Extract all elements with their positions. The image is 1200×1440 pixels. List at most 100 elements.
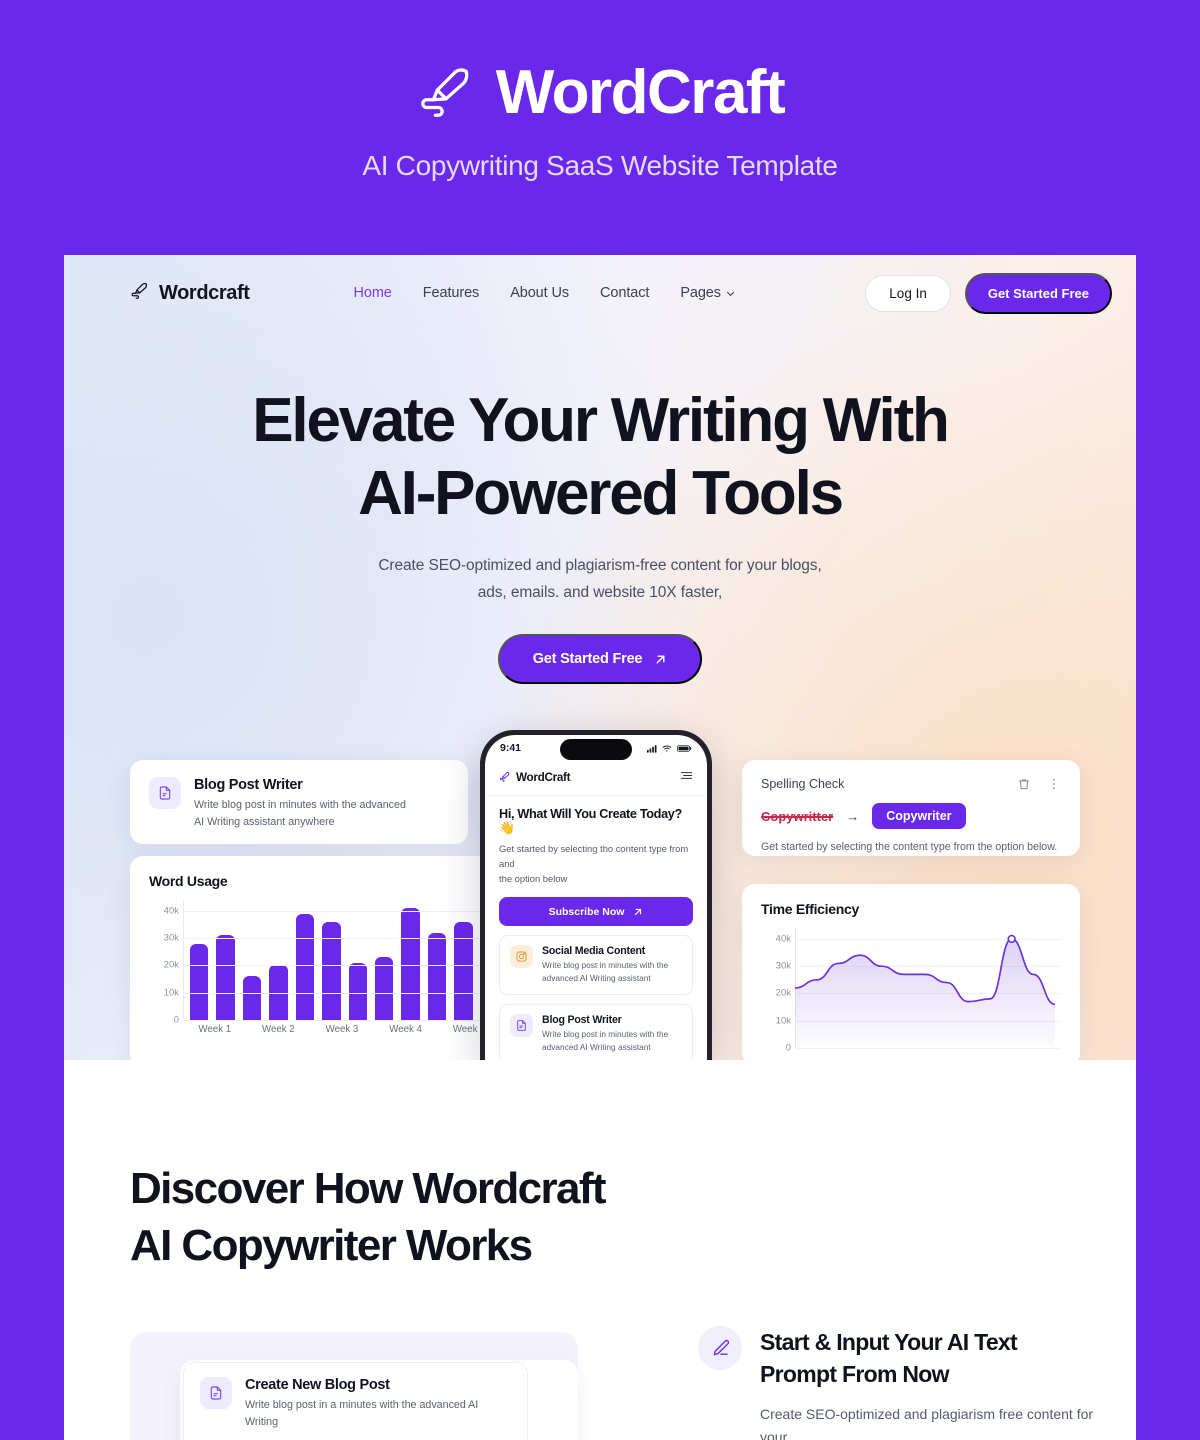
get-started-free-button[interactable]: Get Started Free xyxy=(964,272,1112,314)
nav-link-home[interactable]: Home xyxy=(353,285,391,301)
create-new-blog-post-title: Create New Blog Post xyxy=(245,1377,390,1393)
hero-cta-label: Get Started Free xyxy=(532,651,643,668)
hero-section: Wordcraft Home Features About Us Contact… xyxy=(64,255,1136,1060)
subscribe-now-label: Subscribe Now xyxy=(548,905,625,918)
y-tick-label: 10k xyxy=(163,987,179,999)
spelling-check-actions xyxy=(1017,777,1061,791)
y-tick-label: 40k xyxy=(163,905,179,917)
word-usage-chart-title: Word Usage xyxy=(149,873,228,889)
how-it-works-section: Discover How Wordcraft AI Copywriter Wor… xyxy=(64,1060,1136,1440)
hero-cta-wrapper: Get Started Free xyxy=(64,634,1136,685)
phone-app-brand: WordCraft xyxy=(499,770,571,784)
phone-list-item-desc-line1: Write blog post in minutes with the xyxy=(542,960,669,971)
hero-get-started-free-button[interactable]: Get Started Free xyxy=(497,634,703,685)
misspelled-word: Copywritter xyxy=(761,808,834,824)
battery-icon xyxy=(677,744,692,752)
word-usage-plot xyxy=(183,900,501,1021)
gridline xyxy=(184,938,501,940)
login-button[interactable]: Log In xyxy=(865,274,951,312)
navbar-brand[interactable]: Wordcraft xyxy=(130,281,250,306)
bar xyxy=(454,921,473,1020)
y-tick-label: 0 xyxy=(173,1014,179,1026)
wifi-icon xyxy=(662,744,672,751)
nav-link-about-us[interactable]: About Us xyxy=(510,285,569,301)
phone-app-brand-label: WordCraft xyxy=(516,770,571,784)
word-usage-bars xyxy=(190,900,500,1020)
subscribe-now-button[interactable]: Subscribe Now xyxy=(499,897,693,927)
feature-step-one-desc: Create SEO-optimized and plagiarism free… xyxy=(760,1403,1098,1440)
navbar-actions: Log In Get Started Free xyxy=(865,272,1112,314)
time-efficiency-chart-card: Time Efficiency 40k 30k 20k 10k 0 xyxy=(742,884,1080,1060)
gridline xyxy=(184,965,501,967)
hero-subtext: Create SEO-optimized and plagiarism-free… xyxy=(64,552,1136,606)
word-usage-chart-body: 40k 30k 20k 10k 0 Week 1 Week 2 Week 3 Week 4 We… xyxy=(149,900,501,1044)
how-it-works-visual: Create New Blog Post Write blog post in … xyxy=(130,1332,578,1440)
phone-list-item-desc: Write blog post in minutes with the adva… xyxy=(542,1028,668,1054)
promo-banner: WordCraft AI Copywriting SaaS Website Te… xyxy=(0,0,1200,255)
spelling-correction-row: Copywritter → Copywriter xyxy=(761,803,1061,829)
x-tick-label: Week 1 xyxy=(198,1024,232,1035)
phone-list-item-blog-post[interactable]: Blog Post Writer Write blog post in minu… xyxy=(499,1003,693,1060)
phone-app-body: Hi, What Will You Create Today? 👋 Get st… xyxy=(485,796,707,1060)
bar xyxy=(348,962,367,1020)
document-file-icon xyxy=(510,1013,533,1037)
y-tick-label: 0 xyxy=(785,1042,791,1054)
navbar-brand-label: Wordcraft xyxy=(159,281,250,304)
how-it-works-heading: Discover How Wordcraft AI Copywriter Wor… xyxy=(130,1160,607,1274)
spelling-check-note: Get started by selecting the content typ… xyxy=(761,841,1058,853)
phone-greeting-heading: Hi, What Will You Create Today? 👋 xyxy=(499,807,682,835)
blog-post-writer-card[interactable]: Blog Post Writer Write blog post in minu… xyxy=(130,760,468,844)
word-usage-x-axis: Week 1 Week 2 Week 3 Week 4 Week 5 xyxy=(183,1024,501,1035)
hero-heading: Elevate Your Writing With AI-Powered Too… xyxy=(64,385,1136,530)
document-file-icon xyxy=(149,777,181,809)
banner-title: WordCraft xyxy=(495,58,786,127)
phone-dynamic-island xyxy=(560,739,632,760)
pencil-edit-icon xyxy=(698,1326,742,1370)
time-efficiency-area-curve xyxy=(795,928,1055,1048)
blog-post-writer-title: Blog Post Writer xyxy=(194,777,303,793)
word-usage-chart-card: Word Usage 40k 30k 20k 10k 0 Week 1 Week 2 Wee… xyxy=(130,856,520,1060)
feature-step-one-desc-line1: Create SEO-optimized and plagiarism free… xyxy=(760,1406,1094,1440)
phone-list-item-social-media[interactable]: Social Media Content Write blog post in … xyxy=(499,935,693,995)
spelling-check-card[interactable]: Spelling Check Copywritter → Copywriter … xyxy=(742,760,1080,856)
banner-logo-row: WordCraft xyxy=(416,58,786,127)
bar xyxy=(322,921,341,1020)
blog-post-writer-desc-line2: AI Writing assistant anywhere xyxy=(194,815,335,828)
bar xyxy=(190,943,209,1020)
y-tick-label: 10k xyxy=(775,1015,791,1027)
phone-screen: 9:41 WordCraft Hi, What Will You Create … xyxy=(485,735,707,1060)
gridline xyxy=(184,910,501,912)
how-it-works-heading-line1: Discover How Wordcraft xyxy=(130,1164,607,1213)
trash-icon[interactable] xyxy=(1017,777,1031,791)
spelling-check-header: Spelling Check xyxy=(761,777,1061,791)
phone-greeting-sub-line1: Get started by selecting tho content typ… xyxy=(499,843,689,870)
blog-post-writer-desc-line1: Write blog post in minutes with the adva… xyxy=(194,799,406,811)
create-new-blog-post-card[interactable]: Create New Blog Post Write blog post in … xyxy=(183,1362,528,1440)
phone-list-item-desc-line2: advanced AI Writing assistant xyxy=(542,1041,651,1052)
instagram-icon xyxy=(510,945,533,969)
document-file-icon xyxy=(200,1377,232,1409)
x-tick-label: Week 3 xyxy=(325,1024,359,1035)
bar xyxy=(427,932,447,1020)
word-usage-y-axis: 40k 30k 20k 10k 0 xyxy=(149,900,179,1025)
hamburger-menu-icon[interactable] xyxy=(680,768,693,786)
quill-pen-icon xyxy=(130,281,150,306)
quill-pen-icon xyxy=(416,62,478,124)
feature-step-one-heading-line2: Prompt From Now xyxy=(760,1361,950,1388)
phone-list-item-desc-line2: advanced AI Writing assistant xyxy=(542,973,651,983)
nav-link-pages-label: Pages xyxy=(680,285,721,301)
x-tick-label: Week 2 xyxy=(262,1024,295,1035)
bar xyxy=(242,976,262,1020)
nav-link-features[interactable]: Features xyxy=(423,285,480,301)
more-vertical-icon[interactable] xyxy=(1047,777,1061,791)
feature-step-one-heading: Start & Input Your AI Text Prompt From N… xyxy=(760,1326,1098,1390)
bar xyxy=(401,908,420,1020)
nav-link-contact[interactable]: Contact xyxy=(600,285,649,301)
y-tick-label: 20k xyxy=(775,987,791,999)
bar xyxy=(295,913,315,1020)
phone-app-header: WordCraft xyxy=(485,761,707,796)
nav-link-pages[interactable]: Pages xyxy=(680,285,735,301)
y-tick-label: 20k xyxy=(163,959,179,971)
feature-step-one-heading-line1: Start & Input Your AI Text xyxy=(760,1329,1018,1355)
corrected-word-chip[interactable]: Copywriter xyxy=(872,803,966,829)
